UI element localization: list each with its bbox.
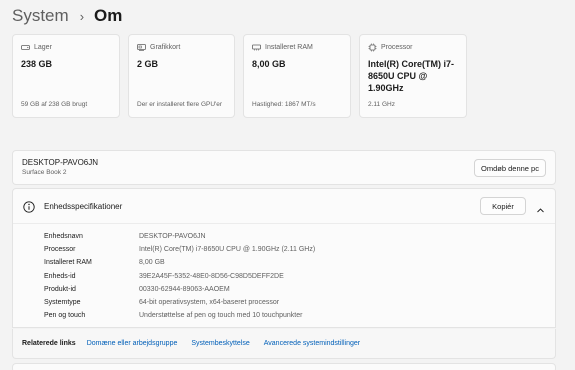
spec-key: Produkt-id (44, 285, 76, 293)
spec-value: 39E2A45F-5352-48E0-8D56-C98D5DEFF2DE (139, 272, 284, 280)
specifications-list: Enhedsnavn DESKTOP-PAVO6JN Processor Intel… (44, 230, 315, 322)
domain-workgroup-link[interactable]: Domæne eller arbejdsgruppe (87, 340, 178, 347)
breadcrumb-system-link[interactable]: System (12, 6, 69, 26)
storage-card: Lager 238 GB 59 GB af 238 GB brugt (12, 34, 120, 118)
storage-detail: 59 GB af 238 GB brugt (21, 101, 88, 108)
ram-label: Installeret RAM (265, 44, 313, 51)
spec-row: Enhedsnavn DESKTOP-PAVO6JN (44, 230, 315, 243)
rename-pc-button[interactable]: Omdøb denne pc (474, 159, 546, 177)
info-icon (23, 200, 35, 213)
spec-value: 64-bit operativsystem, x64-baseret proce… (139, 299, 280, 307)
system-protection-link[interactable]: Systembeskyttelse (191, 340, 249, 347)
spec-row: Enheds-id 39E2A45F-5352-48E0-8D56-C98D5DE… (44, 270, 315, 283)
advanced-system-settings-link[interactable]: Avancerede systemindstillinger (264, 340, 360, 347)
spec-value: 00330-62944-89063-AAOEM (139, 285, 230, 293)
spec-row: Installeret RAM 8,00 GB (44, 256, 315, 269)
specifications-header[interactable]: Enhedsspecifikationer Kopiér (13, 189, 555, 224)
processor-value: Intel(R) Core(TM) i7-8650U CPU @ 1.90GHz (368, 59, 454, 93)
storage-value: 238 GB (21, 59, 53, 69)
processor-label: Processor (381, 44, 413, 51)
spec-key: Enhedsnavn (44, 233, 83, 241)
storage-icon (21, 43, 30, 52)
graphics-label: Grafikkort (150, 44, 181, 51)
spec-value: Intel(R) Core(TM) i7-8650U CPU @ 1.90GHz… (139, 246, 316, 254)
spec-row: Pen og touch Understøttelse af pen og tou… (44, 309, 315, 322)
next-panel (12, 363, 556, 370)
graphics-card: Grafikkort 2 GB Der er installeret flere… (128, 34, 235, 118)
storage-label: Lager (34, 44, 52, 51)
copy-button[interactable]: Kopiér (480, 197, 526, 215)
spec-key: Systemtype (44, 299, 81, 307)
page-title: Om (94, 6, 123, 25)
processor-detail: 2.11 GHz (368, 101, 395, 108)
ram-detail: Hastighed: 1867 MT/s (252, 101, 316, 108)
spec-key: Processor (44, 246, 76, 254)
spec-value: 8,00 GB (139, 259, 165, 267)
device-name: DESKTOP-PAVO6JN (22, 158, 99, 167)
ram-card: Installeret RAM 8,00 GB Hastighed: 1867 … (243, 34, 351, 118)
graphics-detail: Der er installeret flere GPU'er (137, 101, 223, 108)
breadcrumb: System › Om (12, 5, 122, 27)
spec-value: DESKTOP-PAVO6JN (139, 233, 206, 241)
chevron-right-icon: › (79, 8, 85, 24)
specifications-title: Enhedsspecifikationer (44, 202, 123, 211)
spec-key: Installeret RAM (44, 259, 92, 267)
device-panel: DESKTOP-PAVO6JN Surface Book 2 Omdøb den… (12, 150, 556, 185)
device-model: Surface Book 2 (22, 169, 67, 176)
spec-value: Understøttelse af pen og touch med 10 to… (139, 312, 303, 320)
spec-key: Pen og touch (44, 312, 86, 320)
graphics-card-icon (137, 43, 146, 52)
processor-card: Processor Intel(R) Core(TM) i7-8650U CPU… (359, 34, 467, 118)
ram-icon (252, 43, 261, 52)
processor-icon (368, 43, 377, 52)
ram-value: 8,00 GB (252, 59, 286, 69)
related-links-label: Relaterede links (22, 340, 76, 347)
spec-row: Produkt-id 00330-62944-89063-AAOEM (44, 283, 315, 296)
spec-row: Processor Intel(R) Core(TM) i7-8650U CPU … (44, 243, 315, 256)
graphics-value: 2 GB (137, 59, 159, 69)
related-links-bar: Relaterede links Domæne eller arbejdsgru… (12, 329, 556, 359)
spec-key: Enheds-id (44, 272, 76, 280)
chevron-up-icon[interactable] (536, 202, 545, 213)
device-specifications-panel: Enhedsspecifikationer Kopiér Enhedsnavn D… (12, 188, 556, 328)
spec-row: Systemtype 64-bit operativsystem, x64-bas… (44, 296, 315, 309)
